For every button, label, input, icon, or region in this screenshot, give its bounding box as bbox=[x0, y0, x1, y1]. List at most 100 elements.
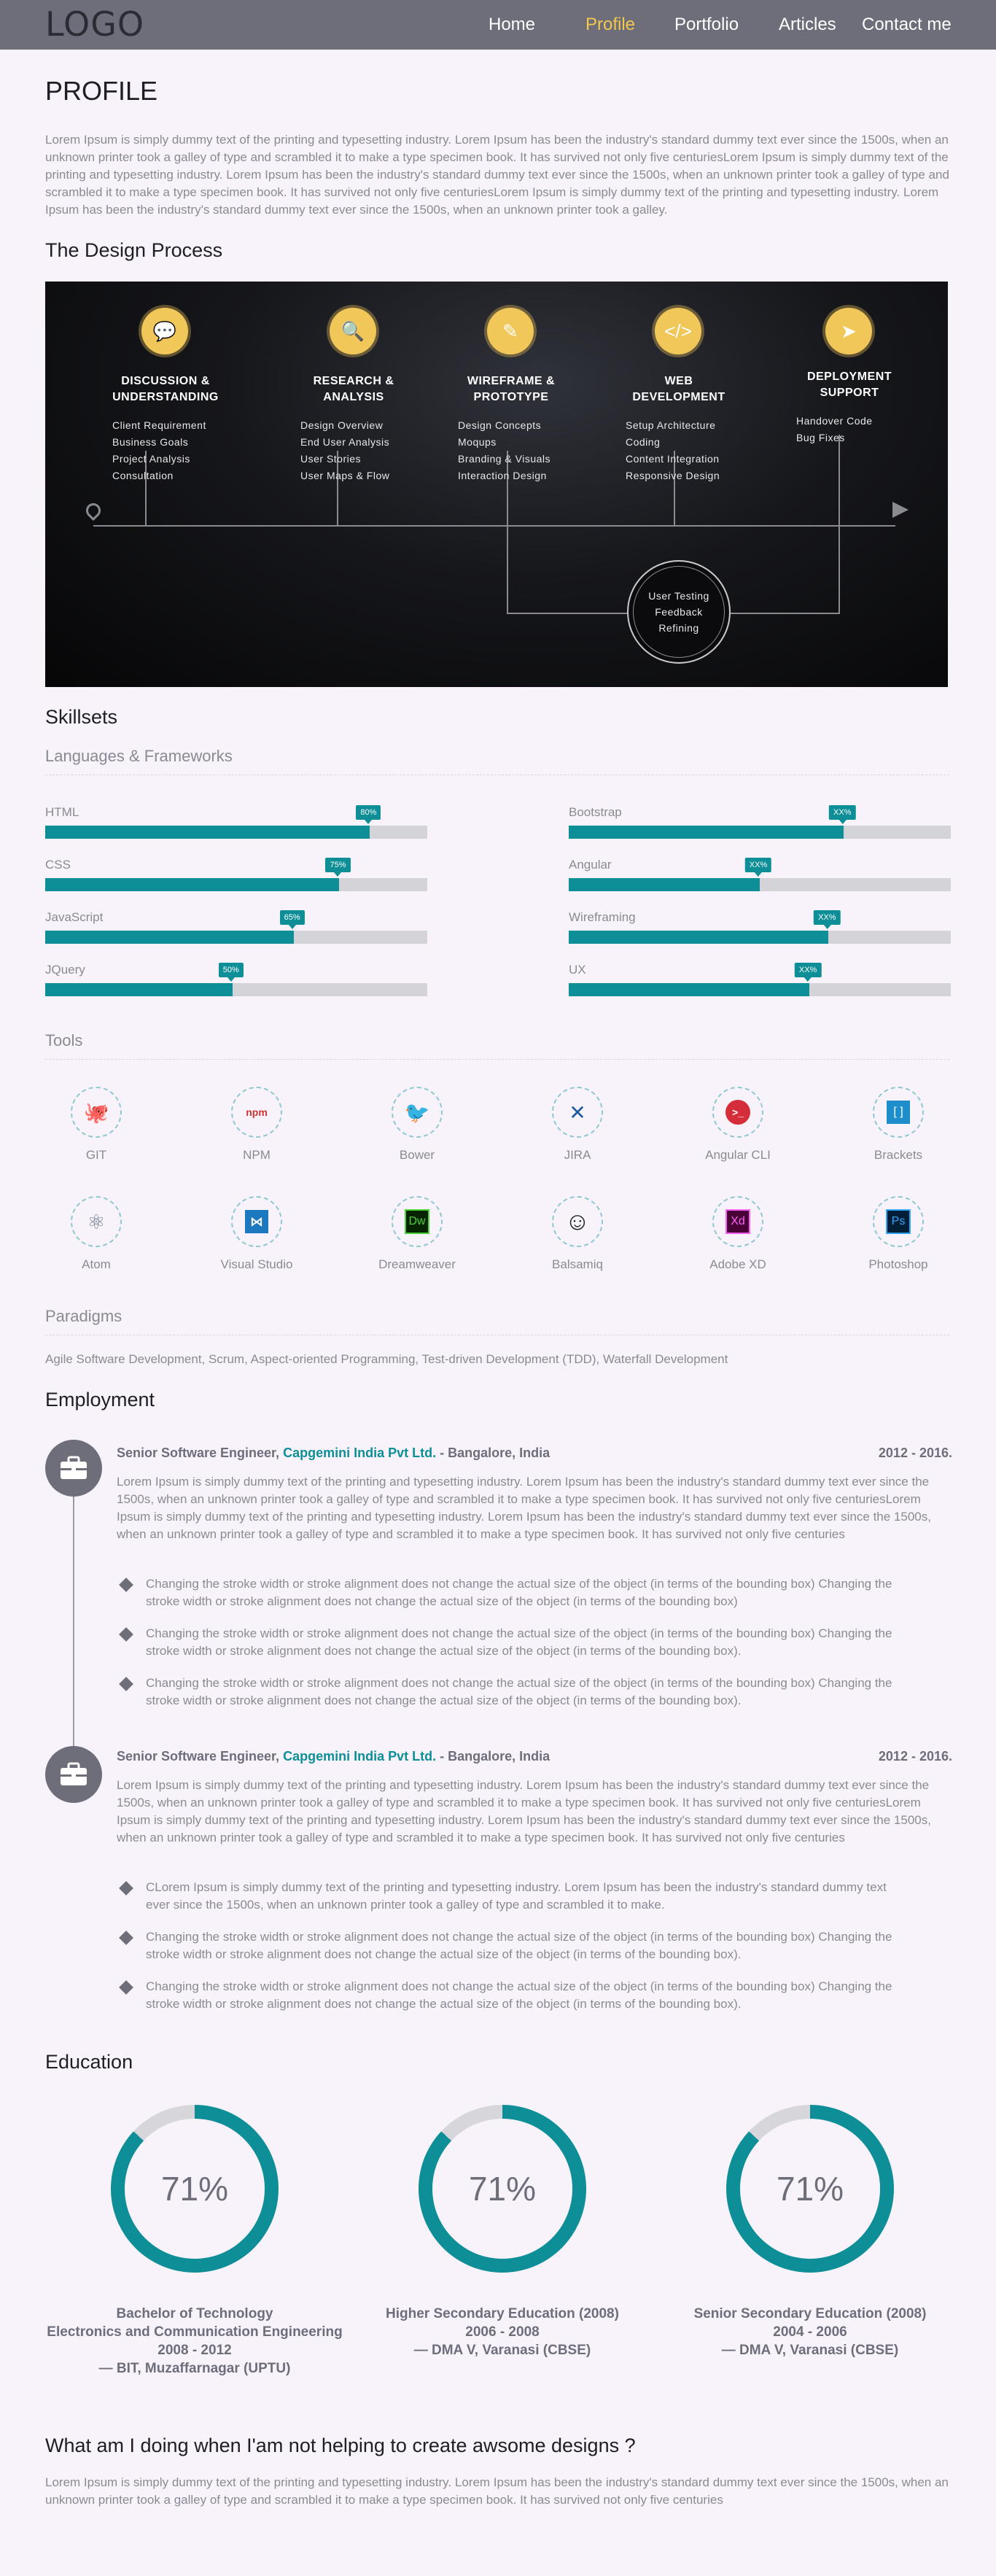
job-dates: 2012 - 2016. bbox=[878, 1749, 952, 1764]
skill-name: Wireframing bbox=[569, 910, 636, 924]
education-title: Education bbox=[45, 2051, 133, 2073]
skill-percent-tag: 65% bbox=[279, 910, 305, 929]
skill-percent-tag: XX% bbox=[814, 910, 841, 929]
design-step: ✎ WIREFRAME & PROTOTYPE Design Concepts … bbox=[458, 308, 618, 484]
hobbies-title: What am I doing when I'am not helping to… bbox=[45, 2435, 636, 2456]
design-step-item: User Stories bbox=[300, 453, 362, 465]
education-percent: 71% bbox=[740, 2119, 880, 2259]
skill-percent-tag: XX% bbox=[829, 805, 856, 824]
tool-angular-cli: >_ Angular CLI bbox=[665, 1087, 811, 1163]
skill-percent-tag: 50% bbox=[218, 963, 244, 982]
logo[interactable]: LOGO bbox=[45, 4, 144, 44]
design-step-item: Design Overview bbox=[300, 419, 384, 431]
skill-fill bbox=[45, 826, 370, 839]
education-percent: 71% bbox=[432, 2119, 572, 2259]
nav-profile-link[interactable]: Profile bbox=[585, 15, 635, 35]
design-step-item: Bug Fixes bbox=[796, 432, 845, 443]
page-title: PROFILE bbox=[45, 76, 158, 106]
design-step-item: User Maps & Flow bbox=[300, 470, 390, 481]
nav-articles-link[interactable]: Articles bbox=[779, 15, 836, 35]
npm-icon: npm bbox=[231, 1087, 282, 1138]
design-process-title: The Design Process bbox=[45, 239, 223, 261]
education-item: 71% Senior Secondary Education (2008) 20… bbox=[653, 2105, 967, 2359]
skill-percent-tag: XX% bbox=[794, 963, 822, 982]
design-step-item: Coding bbox=[626, 436, 661, 448]
briefcase-icon bbox=[45, 1746, 102, 1803]
job-description: Lorem Ipsum is simply dummy text of the … bbox=[117, 1475, 931, 1541]
skill-fill bbox=[569, 826, 844, 839]
octocat-icon: 🐙 bbox=[71, 1087, 122, 1138]
paint-tools-icon: ✎ bbox=[487, 308, 534, 354]
design-step-title: WIREFRAME & PROTOTYPE bbox=[467, 375, 556, 403]
dreamweaver-icon: Dw bbox=[392, 1196, 443, 1247]
tool-visual-studio: ⋈ Visual Studio bbox=[184, 1196, 330, 1272]
design-step-title: DISCUSSION & UNDERSTANDING bbox=[112, 375, 219, 403]
company-link[interactable]: Capgemini India Pvt Ltd. bbox=[283, 1446, 436, 1460]
bower-icon: 🐦 bbox=[392, 1087, 443, 1138]
loop-item: User Testing bbox=[648, 590, 709, 602]
terminal-icon: >_ bbox=[712, 1087, 763, 1138]
design-step-item: Moqups bbox=[458, 436, 497, 448]
smiley-icon: ☺ bbox=[552, 1196, 603, 1247]
speech-bubbles-icon: 💬 bbox=[141, 308, 188, 354]
design-step-title: WEB DEVELOPMENT bbox=[632, 375, 725, 403]
tool-photoshop: Ps Photoshop bbox=[825, 1196, 971, 1272]
skill-percent-tag: XX% bbox=[744, 858, 772, 877]
nav-contact-link[interactable]: Contact me bbox=[862, 15, 952, 35]
magnifier-icon: 🔍 bbox=[330, 308, 376, 354]
education-ring: 71% bbox=[111, 2105, 279, 2273]
job-description: Lorem Ipsum is simply dummy text of the … bbox=[117, 1778, 931, 1844]
design-process-graphic: 💬 DISCUSSION & UNDERSTANDING Client Requ… bbox=[45, 282, 948, 687]
skill-name: JQuery bbox=[45, 963, 85, 977]
design-step-item: Interaction Design bbox=[458, 470, 547, 481]
paradigms-text: Agile Software Development, Scrum, Aspec… bbox=[45, 1352, 728, 1366]
design-step: </> WEB DEVELOPMENT Setup Architecture C… bbox=[626, 308, 786, 484]
design-step-item: Content Integration bbox=[626, 453, 720, 465]
tool-dreamweaver: Dw Dreamweaver bbox=[344, 1196, 490, 1272]
skill-name: CSS bbox=[45, 858, 71, 872]
brackets-icon: [ ] bbox=[873, 1087, 924, 1138]
design-step: 💬 DISCUSSION & UNDERSTANDING Client Requ… bbox=[112, 308, 273, 484]
skill-name: HTML bbox=[45, 805, 79, 819]
skill-name: Angular bbox=[569, 858, 612, 872]
skill-fill bbox=[45, 878, 340, 891]
education-item: 71% Higher Secondary Education (2008) 20… bbox=[346, 2105, 659, 2359]
design-step-item: Project Analysis bbox=[112, 453, 190, 465]
job-title: Senior Software Engineer, Capgemini Indi… bbox=[117, 1749, 550, 1764]
hobbies-text: Lorem Ipsum is simply dummy text of the … bbox=[45, 2475, 949, 2507]
loop-item: Refining bbox=[658, 622, 699, 634]
briefcase-icon bbox=[45, 1440, 102, 1497]
photoshop-icon: Ps bbox=[873, 1196, 924, 1247]
tools-title: Tools bbox=[45, 1031, 83, 1050]
paradigms-title: Paradigms bbox=[45, 1307, 122, 1325]
testing-loop-circle: User Testing Feedback Refining bbox=[627, 560, 731, 664]
skillsets-title: Skillsets bbox=[45, 706, 118, 728]
design-step-item: Design Concepts bbox=[458, 419, 542, 431]
jira-icon: ✕ bbox=[552, 1087, 603, 1138]
loop-item: Feedback bbox=[655, 606, 703, 618]
education-ring: 71% bbox=[726, 2105, 894, 2273]
design-step-title: DEPLOYMENT SUPPORT bbox=[806, 371, 892, 399]
tool-adobe-xd: Xd Adobe XD bbox=[665, 1196, 811, 1272]
nav-portfolio-link[interactable]: Portfolio bbox=[674, 15, 739, 35]
education-item: 71% Bachelor of Technology Electronics a… bbox=[38, 2105, 351, 2378]
job-dates: 2012 - 2016. bbox=[878, 1446, 952, 1460]
design-step-item: Setup Architecture bbox=[626, 419, 716, 431]
design-step: 🔍 RESEARCH & ANALYSIS Design Overview En… bbox=[300, 308, 461, 484]
map-pin-icon bbox=[82, 500, 104, 521]
design-step-item: Client Requirement bbox=[112, 419, 206, 431]
design-step-item: Handover Code bbox=[796, 415, 873, 427]
company-link[interactable]: Capgemini India Pvt Ltd. bbox=[283, 1749, 436, 1764]
tool-atom: ⚛ Atom bbox=[23, 1196, 169, 1272]
education-percent: 71% bbox=[125, 2119, 265, 2259]
nav-home-link[interactable]: Home bbox=[489, 15, 535, 35]
design-step-item: End User Analysis bbox=[300, 436, 390, 448]
design-step-item: Responsive Design bbox=[626, 470, 720, 481]
atom-icon: ⚛ bbox=[71, 1196, 122, 1247]
job-title: Senior Software Engineer, Capgemini Indi… bbox=[117, 1446, 550, 1460]
skill-fill bbox=[45, 931, 294, 944]
code-icon: </> bbox=[655, 308, 701, 354]
profile-text: Lorem Ipsum is simply dummy text of the … bbox=[45, 133, 949, 217]
skill-percent-tag: 80% bbox=[356, 805, 381, 824]
tool-npm: npm NPM bbox=[184, 1087, 330, 1163]
